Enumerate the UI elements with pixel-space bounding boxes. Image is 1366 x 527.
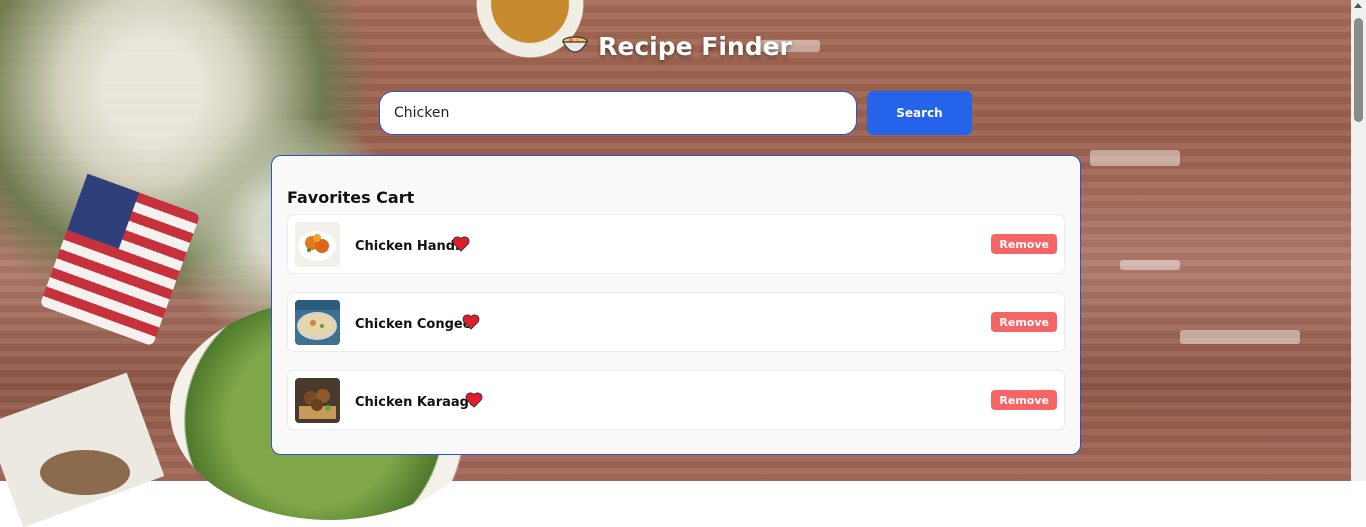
- wood-patch: [1180, 330, 1300, 344]
- background-spoon: [40, 450, 130, 495]
- remove-button[interactable]: Remove: [991, 234, 1057, 254]
- favorites-cart-title: Favorites Cart: [287, 188, 415, 207]
- favorites-cart: Favorites Cart Chicken Handi Remove Chic…: [271, 155, 1081, 455]
- page-title-text: Recipe Finder: [598, 32, 792, 61]
- recipe-thumbnail: [295, 222, 340, 267]
- scrollbar-thumb[interactable]: [1354, 18, 1363, 122]
- favorite-item-name: Chicken Congee: [355, 317, 472, 332]
- favorite-item-name: Chicken Karaage: [355, 395, 478, 410]
- search-button[interactable]: Search: [867, 91, 972, 135]
- heart-icon: [462, 314, 480, 330]
- favorite-item: Chicken Handi Remove: [287, 214, 1065, 274]
- search-input[interactable]: [379, 91, 857, 135]
- page-scrollbar[interactable]: [1351, 0, 1366, 481]
- bowl-icon: [560, 30, 590, 64]
- heart-icon: [452, 236, 470, 252]
- heart-icon: [465, 392, 483, 408]
- scroll-up-icon[interactable]: [1354, 3, 1362, 8]
- recipe-thumbnail: [295, 378, 340, 423]
- favorite-item: Chicken Congee Remove: [287, 292, 1065, 352]
- favorite-item: Chicken Karaage Remove: [287, 370, 1065, 430]
- recipe-thumbnail: [295, 300, 340, 345]
- page-title: Recipe Finder: [0, 30, 1352, 64]
- remove-button[interactable]: Remove: [991, 390, 1057, 410]
- wood-patch: [1090, 150, 1180, 166]
- favorite-item-name: Chicken Handi: [355, 239, 460, 254]
- wood-patch: [1120, 260, 1180, 270]
- remove-button[interactable]: Remove: [991, 312, 1057, 332]
